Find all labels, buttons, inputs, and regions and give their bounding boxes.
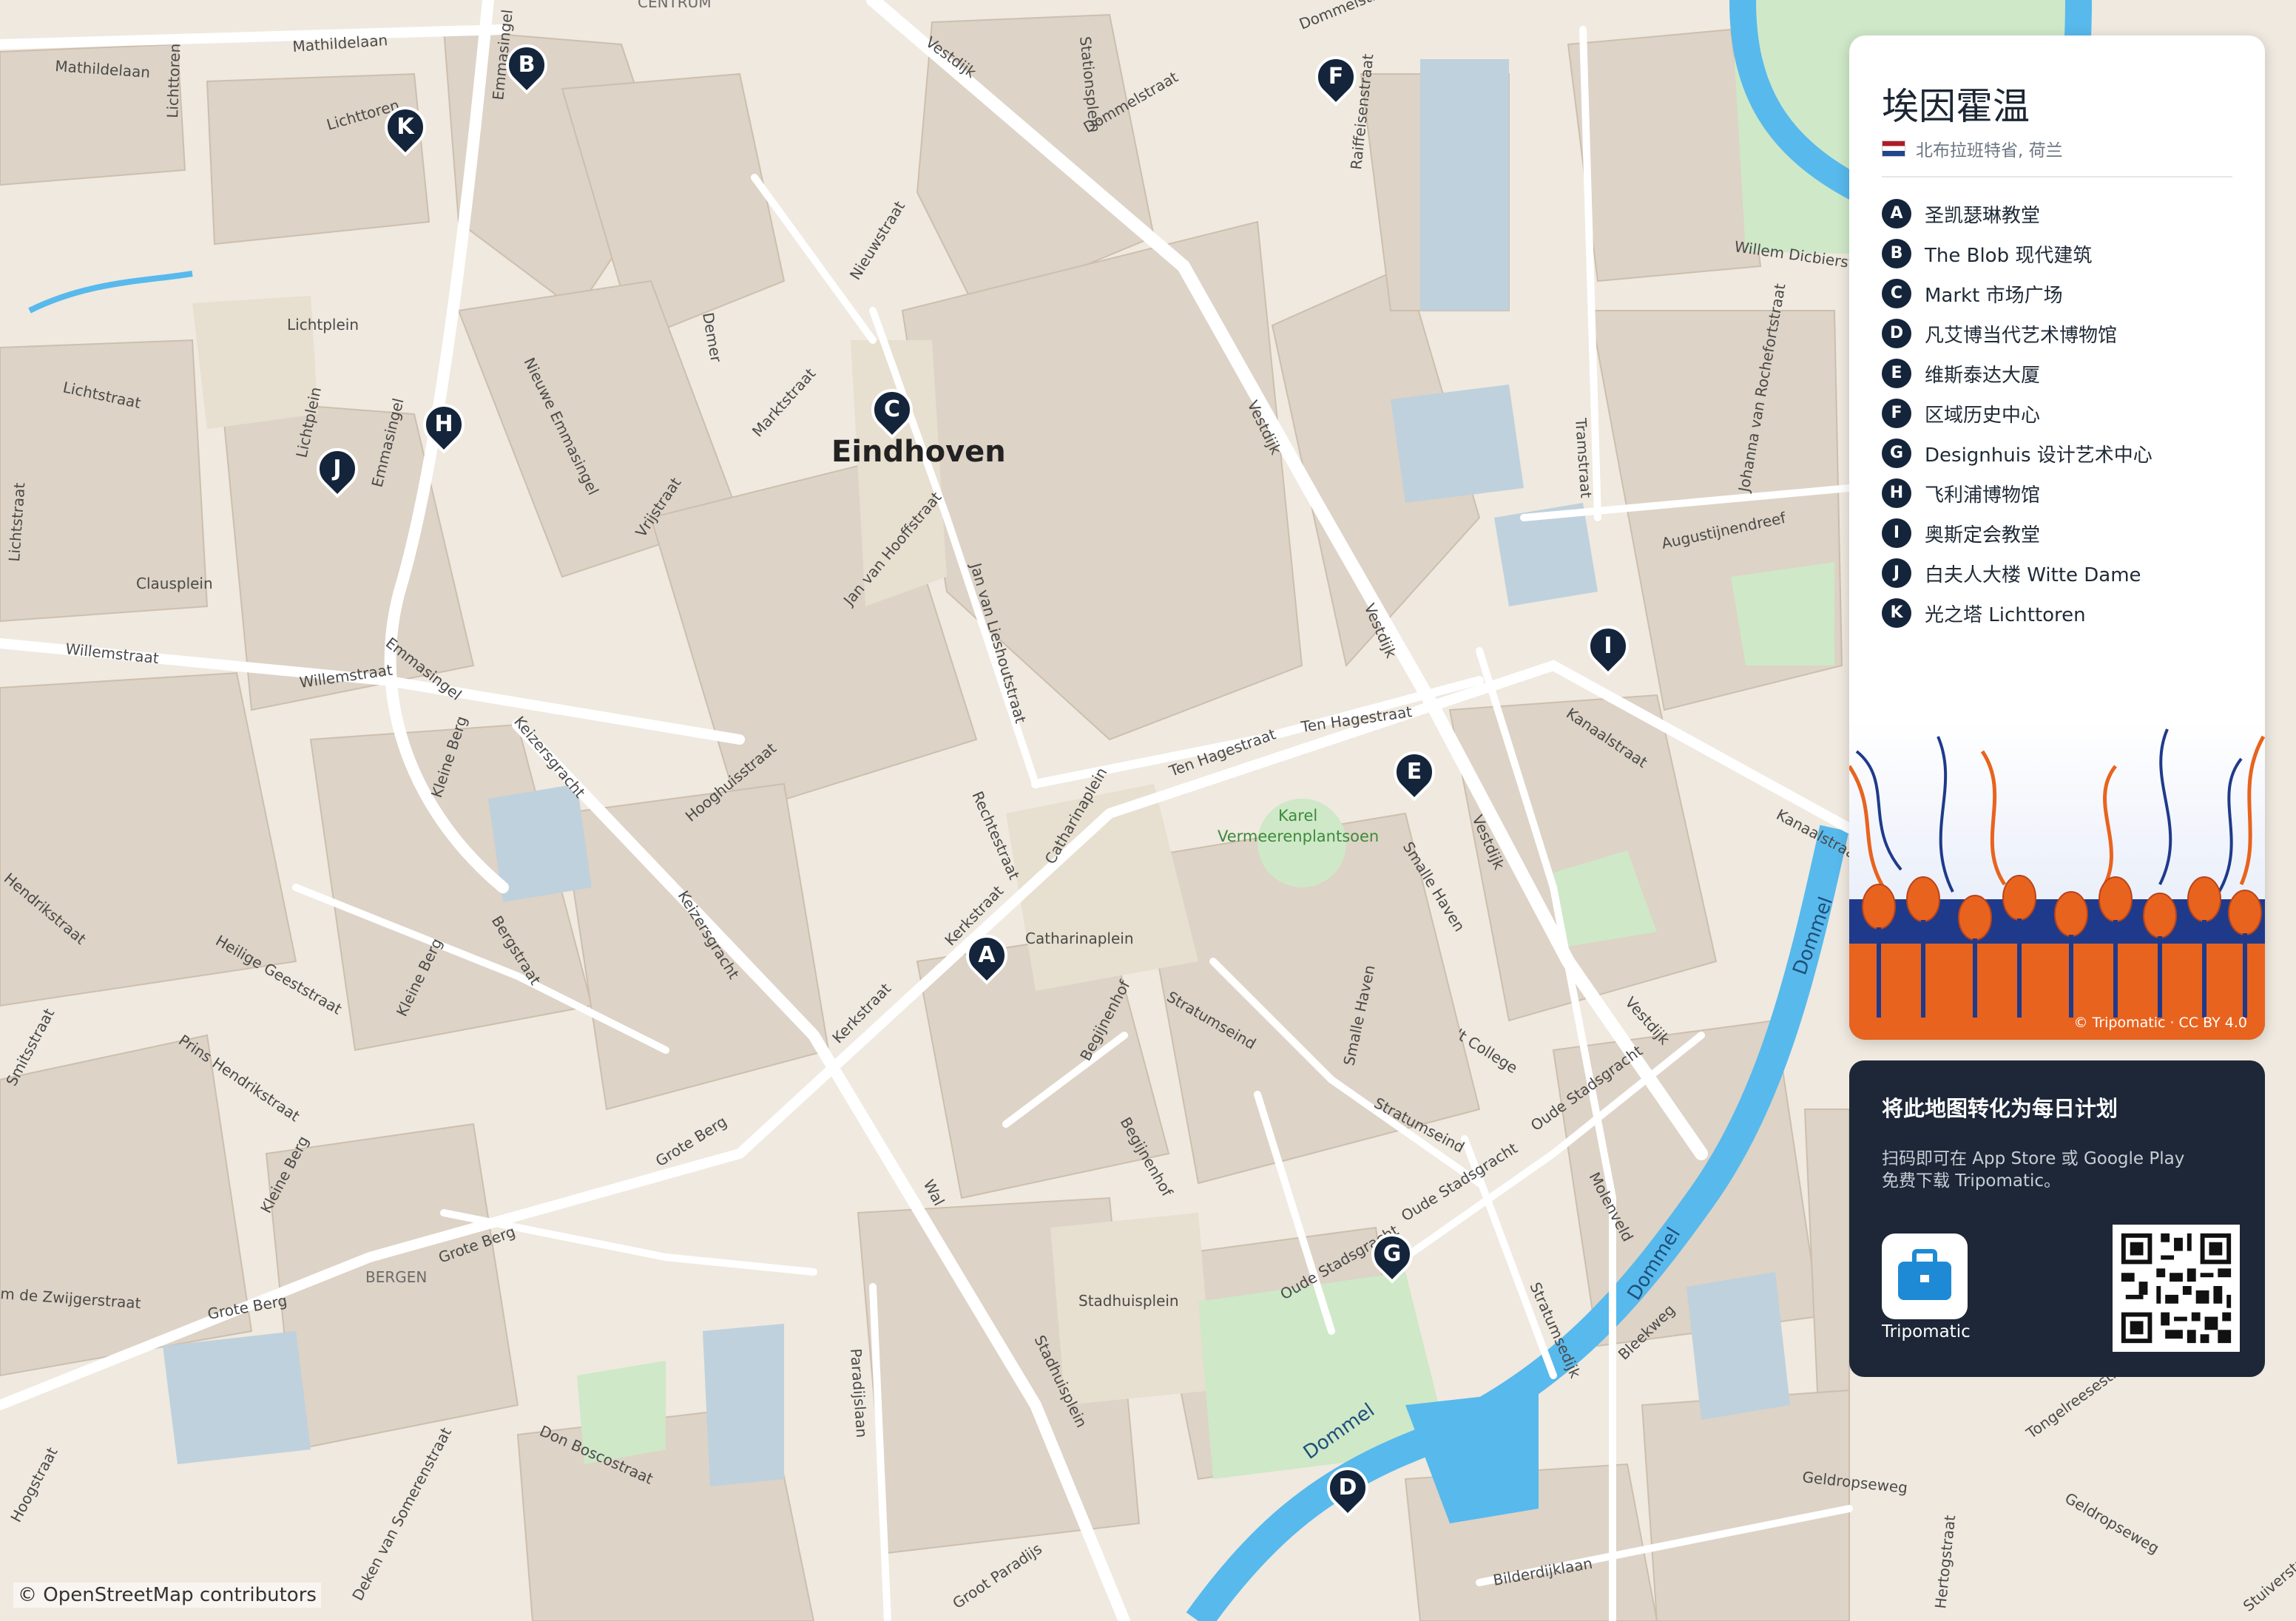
place-label: Karel	[1278, 807, 1317, 825]
street-label: Lichttoren	[163, 43, 184, 118]
poi-item[interactable]: G Designhuis 设计艺术中心	[1882, 433, 2152, 473]
poi-name: 飞利浦博物馆	[1925, 484, 2041, 507]
netherlands-flag-icon	[1882, 141, 1905, 157]
app-icon[interactable]	[1882, 1233, 1968, 1319]
poi-name: Designhuis 设计艺术中心	[1925, 444, 2152, 467]
city-label: Eindhoven	[831, 435, 1006, 469]
poi-badge: F	[1882, 399, 1911, 428]
info-panel: 埃因霍温 北布拉班特省, 荷兰 A 圣凯瑟琳教堂 B The Blob 现代建筑 C…	[1849, 35, 2265, 1040]
place-label: Stadhuisplein	[1078, 1292, 1179, 1310]
poi-name: 维斯泰达大厦	[1925, 364, 2041, 387]
region-subtitle: 北布拉班特省, 荷兰	[1882, 136, 2063, 161]
area-label: BERGEN	[365, 1268, 427, 1286]
place-label: Clausplein	[136, 575, 213, 592]
map-marker-B[interactable]: B	[497, 35, 556, 96]
poi-badge: G	[1882, 439, 1911, 468]
app-name: Tripomatic	[1882, 1322, 1971, 1341]
poi-item[interactable]: C Markt 市场广场	[1882, 274, 2152, 314]
poi-name: 凡艾博当代艺术博物馆	[1925, 324, 2118, 347]
map-marker-A[interactable]: A	[957, 926, 1016, 987]
poi-item[interactable]: A 圣凯瑟琳教堂	[1882, 194, 2152, 234]
map-marker-K[interactable]: K	[376, 98, 435, 158]
poi-item[interactable]: D 凡艾博当代艺术博物馆	[1882, 314, 2152, 353]
poi-badge: H	[1882, 478, 1911, 508]
qr-code-icon[interactable]	[2113, 1225, 2240, 1352]
promo-text-line: 扫码即可在 App Store 或 Google Play	[1882, 1149, 2185, 1168]
area-label: CENTRUM	[638, 0, 712, 11]
poi-badge: C	[1882, 279, 1911, 308]
poi-item[interactable]: I 奥斯定会教堂	[1882, 513, 2152, 553]
poi-badge: D	[1882, 319, 1911, 348]
poi-item[interactable]: B The Blob 现代建筑	[1882, 234, 2152, 274]
map-marker-H[interactable]: H	[414, 395, 473, 456]
tulip-illustration: © Tripomatic · CC BY 4.0	[1849, 722, 2265, 1040]
poi-name: 白夫人大楼 Witte Dame	[1925, 564, 2141, 586]
place-label: Vermeerenplantsoen	[1218, 828, 1379, 845]
promo-heading: 将此地图转化为每日计划	[1882, 1096, 2118, 1121]
poi-name: The Blob 现代建筑	[1925, 244, 2093, 267]
poi-item[interactable]: F 区域历史中心	[1882, 393, 2152, 433]
poi-item[interactable]: E 维斯泰达大厦	[1882, 353, 2152, 393]
city-title: 埃因霍温	[1882, 85, 2030, 128]
app-promo-card: 将此地图转化为每日计划 扫码即可在 App Store 或 Google Pla…	[1849, 1060, 2265, 1377]
poi-item[interactable]: H 飞利浦博物馆	[1882, 473, 2152, 513]
map-marker-G[interactable]: G	[1363, 1225, 1422, 1285]
poi-name: 区域历史中心	[1925, 404, 2041, 427]
poi-list: A 圣凯瑟琳教堂 B The Blob 现代建筑 C Markt 市场广场 D 凡艾博当…	[1882, 194, 2152, 633]
poi-badge: A	[1882, 199, 1911, 229]
map-attribution[interactable]: © OpenStreetMap contributors	[13, 1583, 321, 1608]
map-marker-I[interactable]: I	[1578, 617, 1638, 677]
suitcase-icon	[1898, 1249, 1951, 1300]
map-marker-F[interactable]: F	[1306, 47, 1365, 108]
region-text: 北布拉班特省, 荷兰	[1916, 141, 2063, 160]
qr-code-pattern	[2113, 1225, 2240, 1352]
promo-text-line: 免费下载 Tripomatic。	[1882, 1171, 2062, 1191]
divider	[1882, 176, 2232, 177]
map-marker-J[interactable]: J	[308, 439, 367, 500]
place-label: Catharinaplein	[1025, 930, 1134, 947]
poi-name: 奥斯定会教堂	[1925, 524, 2041, 546]
poi-name: 光之塔 Lichttoren	[1925, 603, 2086, 626]
poi-item[interactable]: J 白夫人大楼 Witte Dame	[1882, 553, 2152, 593]
map-marker-D[interactable]: D	[1318, 1458, 1377, 1519]
poi-name: Markt 市场广场	[1925, 284, 2063, 307]
map-marker-E[interactable]: E	[1385, 742, 1444, 803]
poi-item[interactable]: K 光之塔 Lichttoren	[1882, 593, 2152, 633]
map-marker-C[interactable]: C	[862, 380, 922, 441]
poi-badge: J	[1882, 558, 1911, 588]
art-credit: © Tripomatic · CC BY 4.0	[2073, 1015, 2247, 1031]
promo-text: 扫码即可在 App Store 或 Google Play 免费下载 Tripo…	[1882, 1148, 2229, 1192]
poi-badge: I	[1882, 518, 1911, 548]
poi-badge: B	[1882, 239, 1911, 268]
place-label: Lichtplein	[287, 316, 359, 334]
poi-badge: E	[1882, 359, 1911, 388]
tulip-art-icon	[1849, 722, 2265, 1040]
poi-name: 圣凯瑟琳教堂	[1925, 204, 2041, 227]
poi-badge: K	[1882, 598, 1911, 628]
